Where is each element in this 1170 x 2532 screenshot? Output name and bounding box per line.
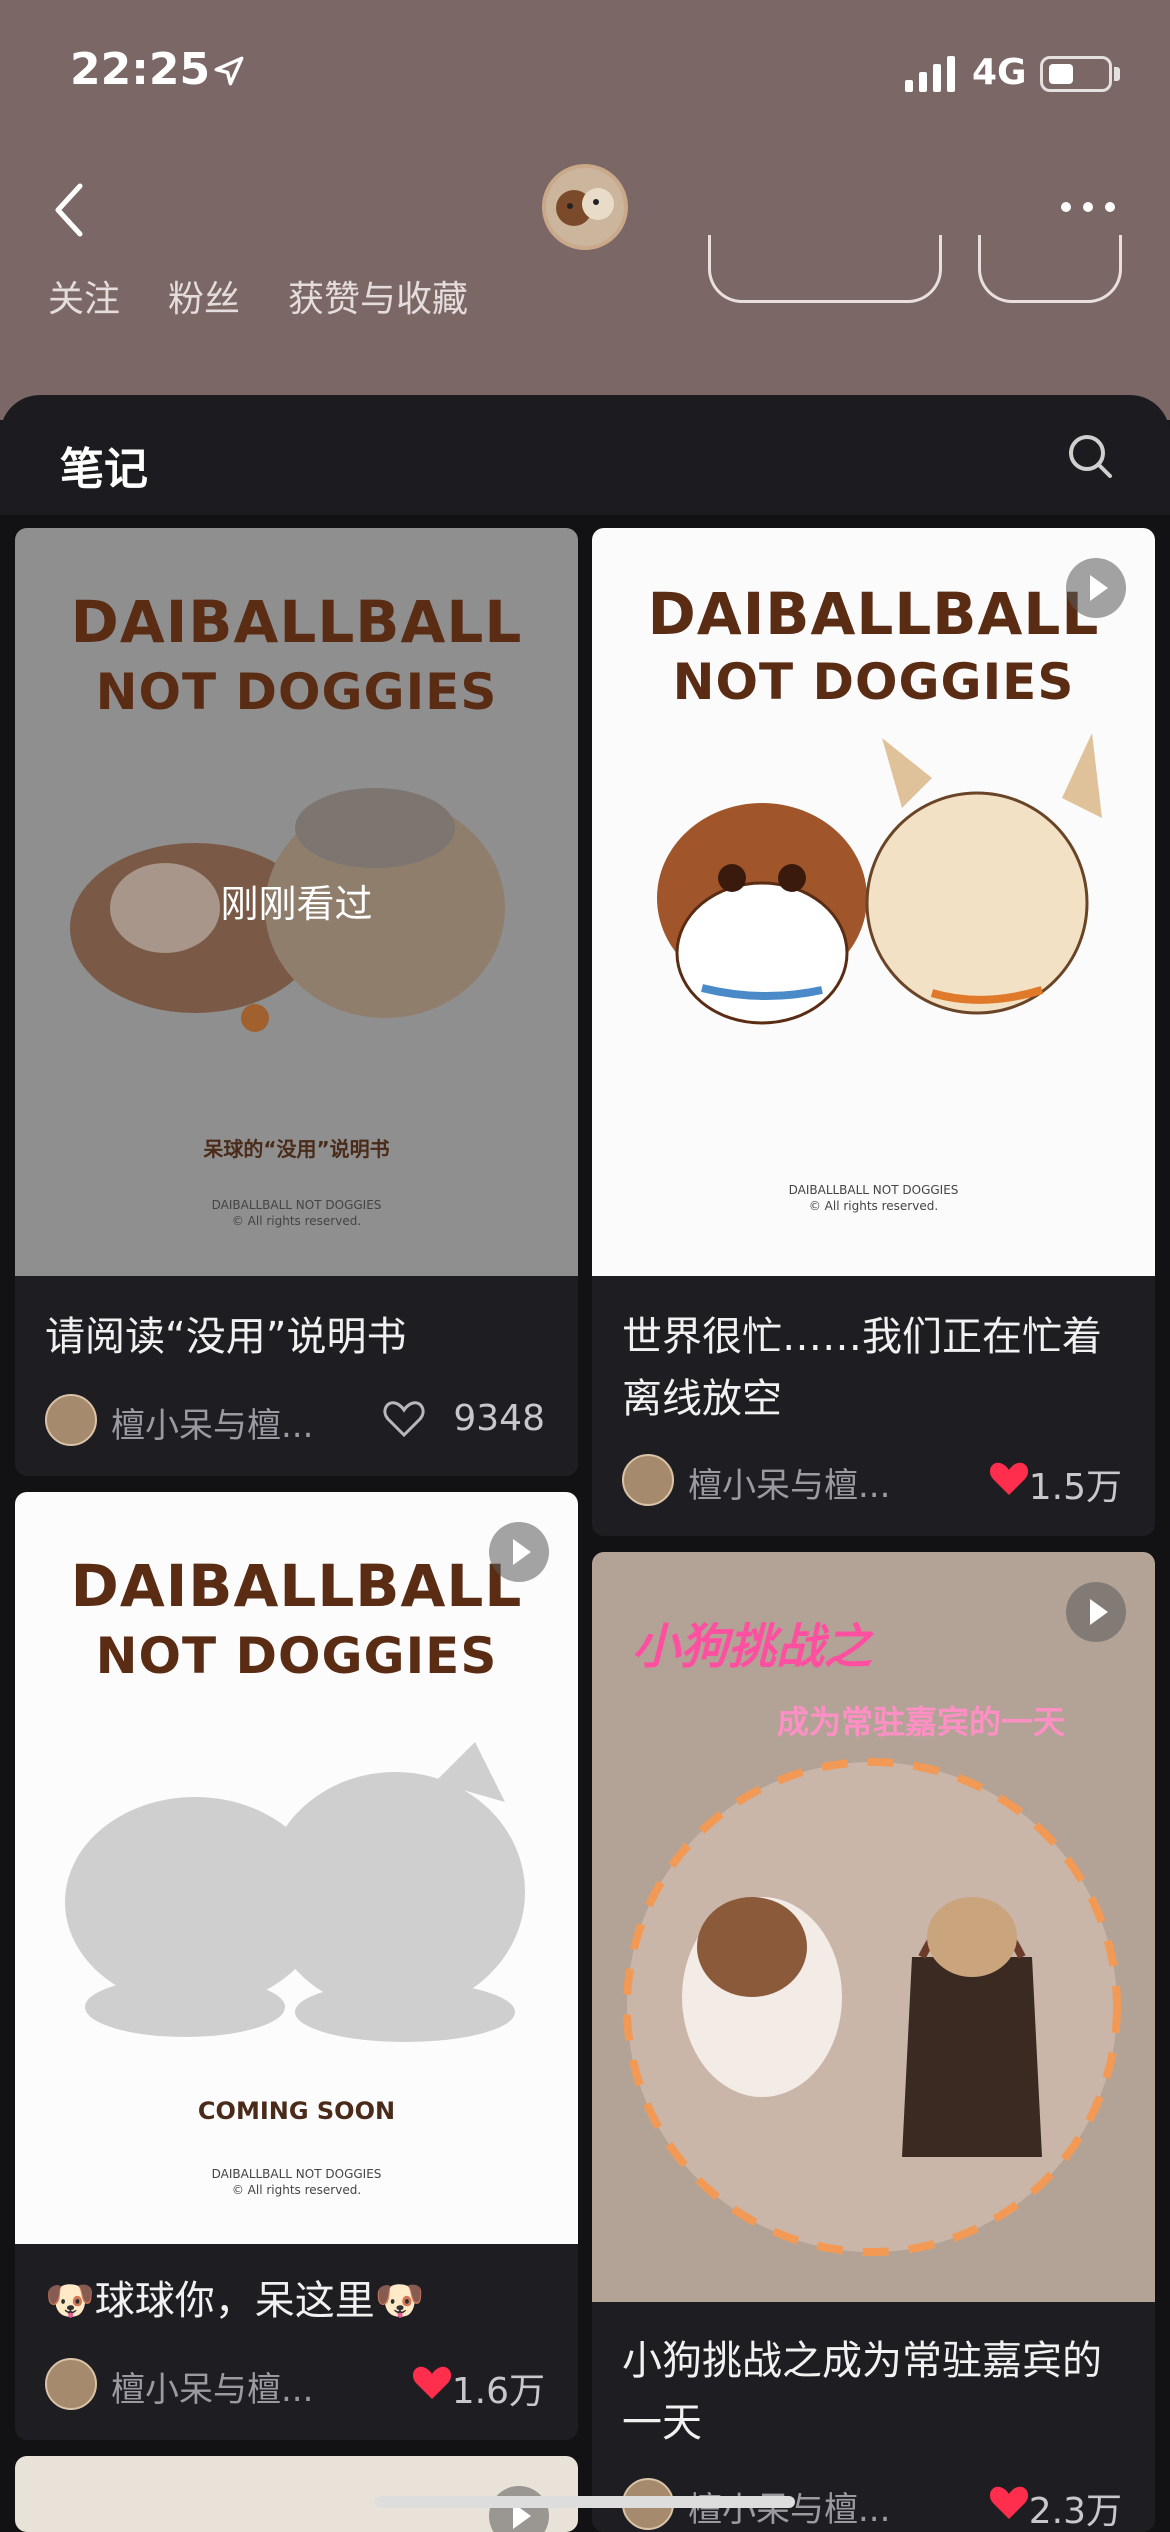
cover-footer: DAIBALLBALL NOT DOGGIES: [211, 1198, 382, 1212]
note-title: 请阅读“没用”说明书: [45, 1314, 407, 1360]
author-name[interactable]: 檀小呆与檀...: [688, 1458, 890, 1507]
like-count: 9348: [453, 1398, 545, 1439]
cover-rights: © All rights reserved.: [808, 1199, 939, 1213]
cover-caption: 呆球的“没用”说明书: [203, 1137, 390, 1161]
follow-button[interactable]: [708, 235, 942, 303]
note-meta: 檀小呆与檀... 9348: [45, 1394, 545, 1446]
note-cover: DAIBALLBALL NOT DOGGIES COMING SOON DAIB…: [15, 1492, 578, 2244]
dogs-illustration: [657, 733, 1102, 1025]
dogs-photo: [623, 1758, 1121, 2256]
recently-viewed-overlay: 刚刚看过: [220, 882, 373, 926]
cover-rights: © All rights reserved.: [231, 2183, 362, 2197]
notes-tab-bar: [0, 395, 1170, 515]
note-title: 小狗挑战之成为常驻嘉宾的一天: [622, 2338, 1102, 2446]
network-type: 4G: [972, 52, 1027, 93]
heart-icon[interactable]: [988, 2484, 1030, 2522]
note-card[interactable]: DAIBALLBALL NOT DOGGIES COMING SOON DAIB…: [15, 1492, 578, 2440]
message-button[interactable]: [978, 235, 1122, 303]
note-title: 世界很忙……我们正在忙着离线放空: [622, 1314, 1102, 1422]
stat-fans[interactable]: 粉丝: [168, 270, 240, 322]
note-cover: DAIBALLBALL NOT DOGGIES DAIBALLBALL NOT …: [592, 528, 1155, 1276]
like-count: 2.3万: [1028, 2491, 1122, 2532]
stat-likes-collects[interactable]: 获赞与收藏: [288, 270, 468, 322]
cover-footer: DAIBALLBALL NOT DOGGIES: [788, 1183, 959, 1197]
profile-stats: 关注 粉丝 获赞与收藏: [48, 270, 468, 322]
note-card[interactable]: DAIBALLBALL NOT DOGGIES DAIBALLBALL NOT …: [592, 528, 1155, 1536]
note-card[interactable]: [15, 2456, 578, 2532]
coming-soon-label: COMING SOON: [197, 2097, 396, 2125]
battery-tip: [1114, 67, 1120, 81]
brand-subtitle: NOT DOGGIES: [95, 1627, 498, 1685]
heart-icon[interactable]: [411, 2364, 453, 2402]
play-icon: [1066, 558, 1126, 618]
like-count: 1.6万: [451, 2371, 545, 2412]
cover-headline: 小狗挑战之: [632, 1619, 873, 1675]
play-icon: [489, 2486, 549, 2532]
author-name[interactable]: 檀小呆与檀...: [111, 2362, 313, 2411]
more-icon[interactable]: [1058, 192, 1118, 222]
note-title: 🐶球球你，呆这里🐶: [45, 2278, 425, 2324]
heart-icon[interactable]: [383, 1400, 425, 1438]
brand-subtitle: NOT DOGGIES: [95, 663, 498, 721]
author-avatar: [45, 2358, 97, 2410]
back-chevron-icon[interactable]: [50, 180, 90, 240]
brand-subtitle: NOT DOGGIES: [672, 653, 1075, 711]
author-avatar: [622, 1454, 674, 1506]
play-icon: [489, 1522, 549, 1582]
brand-title: DAIBALLBALL: [70, 588, 523, 656]
note-cover: 小狗挑战之 成为常驻嘉宾的一天: [592, 1552, 1155, 2302]
search-icon[interactable]: [1066, 432, 1114, 480]
battery-icon: [1040, 56, 1112, 92]
status-time: 22:25: [70, 44, 211, 95]
note-card[interactable]: 小狗挑战之 成为常驻嘉宾的一天 小狗挑战之成为常驻嘉宾的一天 檀小呆与檀... …: [592, 1552, 1155, 2532]
note-cover: DAIBALLBALL NOT DOGGIES 刚刚看过 呆球的“没用”说明书 …: [15, 528, 578, 1276]
note-meta: 檀小呆与檀... 1.6万: [45, 2358, 545, 2412]
like-count: 1.5万: [1028, 1467, 1122, 1508]
cover-rights: © All rights reserved.: [231, 1214, 362, 1228]
dogs-silhouette: [65, 1742, 525, 2042]
heart-icon[interactable]: [988, 1460, 1030, 1498]
status-bar: 22:25 4G: [0, 0, 1170, 150]
avatar[interactable]: [542, 164, 628, 250]
home-indicator: [375, 2496, 795, 2508]
cover-footer: DAIBALLBALL NOT DOGGIES: [211, 2167, 382, 2181]
location-arrow-icon: [214, 56, 244, 86]
author-avatar: [45, 1394, 97, 1446]
author-name[interactable]: 檀小呆与檀...: [111, 1398, 313, 1447]
signal-icon: [905, 56, 955, 92]
note-meta: 檀小呆与檀... 1.5万: [622, 1454, 1122, 1508]
note-card[interactable]: DAIBALLBALL NOT DOGGIES 刚刚看过 呆球的“没用”说明书 …: [15, 528, 578, 1476]
stat-following[interactable]: 关注: [48, 270, 120, 322]
play-icon: [1066, 1582, 1126, 1642]
tab-notes[interactable]: 笔记: [60, 433, 148, 497]
